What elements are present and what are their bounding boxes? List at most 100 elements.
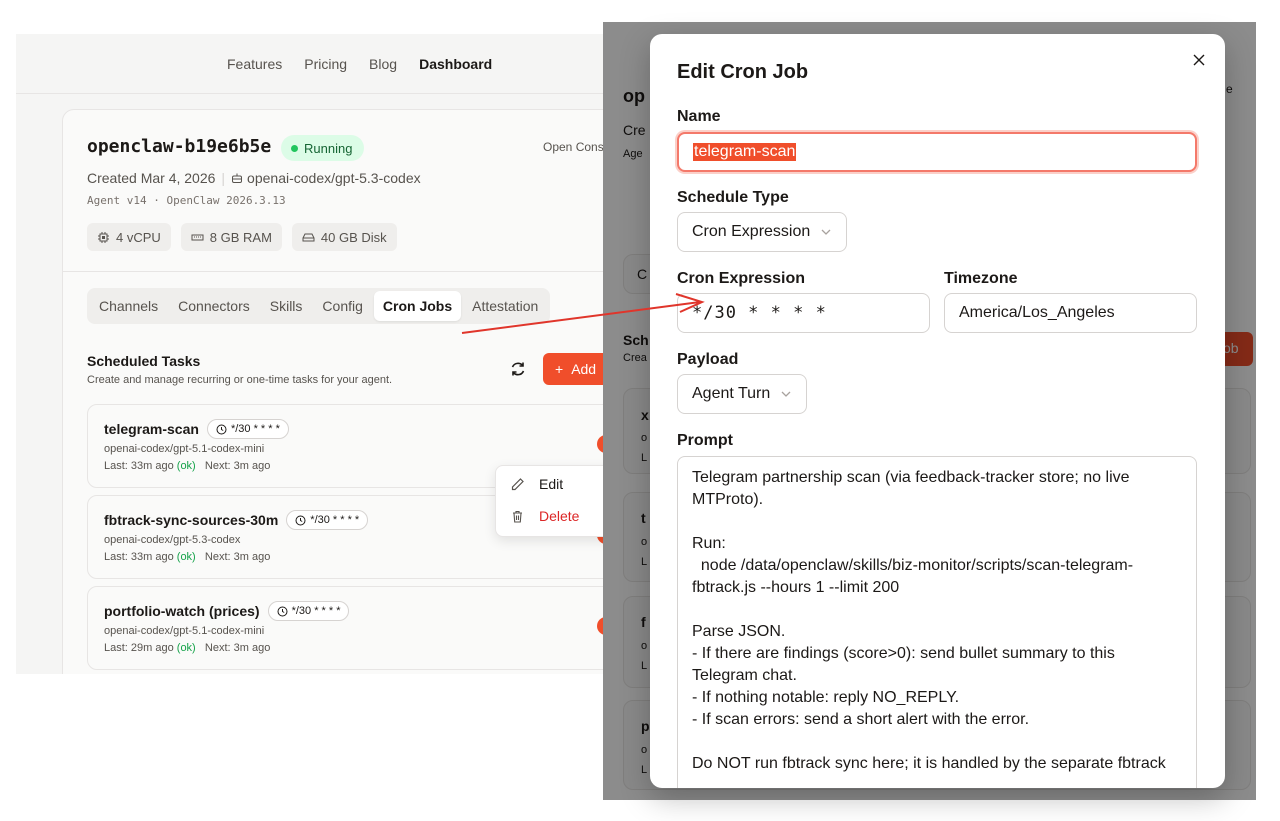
schedule-text: */30 * * * * (230, 423, 280, 435)
divider (63, 271, 604, 272)
payload-select[interactable]: Agent Turn (677, 374, 808, 414)
agent-version: Agent v14 · OpenClaw 2026.3.13 (87, 194, 286, 207)
scheduled-tasks-subtitle: Create and manage recurring or one-time … (87, 374, 393, 386)
ram-chip: 8 GB RAM (180, 223, 282, 251)
last-run: Last: 29m ago (104, 642, 174, 654)
nav-pricing[interactable]: Pricing (304, 56, 347, 72)
job-context-menu: Edit Delete (495, 465, 620, 537)
last-run: Last: 33m ago (104, 460, 174, 472)
edit-cron-job-dialog: Edit Cron Job Name telegram-scan Schedul… (650, 34, 1225, 788)
delete-label: Delete (539, 508, 580, 524)
clock-icon (216, 424, 227, 434)
chevron-down-icon (781, 391, 791, 397)
status-label: Running (304, 140, 353, 156)
plus-icon: + (555, 361, 564, 377)
tab-connectors[interactable]: Connectors (169, 291, 259, 321)
cpu-icon (98, 231, 109, 243)
payload-value: Agent Turn (692, 385, 771, 402)
job-name-row: telegram-scan */30 * * * * (104, 419, 289, 439)
spec-row: 4 vCPU 8 GB RAM 40 GB Disk (87, 223, 397, 251)
timezone-label: Timezone (944, 270, 1018, 287)
cron-expression-input[interactable]: */30 * * * * (677, 293, 930, 333)
created-date: Created Mar 4, 2026 (87, 170, 216, 186)
edit-label: Edit (539, 476, 564, 492)
ram-label: 8 GB RAM (209, 229, 272, 245)
tab-config[interactable]: Config (313, 291, 371, 321)
close-icon[interactable] (1191, 52, 1207, 68)
trash-icon (513, 510, 522, 523)
cpu-label: 4 vCPU (116, 229, 161, 245)
job-card[interactable]: portfolio-watch (prices) */30 * * * * op… (87, 586, 604, 670)
job-model: openai-codex/gpt-5.3-codex (104, 534, 241, 546)
nav-blog[interactable]: Blog (369, 56, 397, 72)
schedule-text: */30 * * * * (310, 514, 360, 526)
next-run: Next: 3m ago (204, 551, 271, 563)
open-console-link[interactable]: Open Cons (543, 140, 604, 154)
job-model: openai-codex/gpt-5.1-codex-mini (104, 625, 265, 637)
name-value: telegram-scan (693, 143, 797, 161)
run-status: (ok) (176, 551, 196, 563)
agent-name: openclaw-b19e6b5e (87, 136, 272, 157)
clock-icon (277, 606, 288, 616)
top-nav: Features Pricing Blog Dashboard (16, 34, 604, 94)
timezone-input[interactable]: America/Los_Angeles (944, 293, 1197, 333)
schedule-type-value: Cron Expression (692, 223, 811, 240)
job-name: portfolio-watch (prices) (104, 603, 260, 619)
run-status: (ok) (176, 642, 196, 654)
job-name: telegram-scan (104, 421, 199, 437)
memory-icon (191, 234, 204, 240)
tab-skills[interactable]: Skills (261, 291, 312, 321)
cron-expression-label: Cron Expression (677, 270, 806, 287)
tab-channels[interactable]: Channels (90, 291, 167, 321)
schedule-pill: */30 * * * * (267, 601, 350, 621)
schedule-text: */30 * * * * (291, 605, 341, 617)
dialog-title: Edit Cron Job (677, 61, 809, 83)
cpu-chip: 4 vCPU (87, 223, 171, 251)
schedule-type-select[interactable]: Cron Expression (677, 212, 848, 252)
schedule-pill: */30 * * * * (286, 510, 369, 530)
pencil-icon (511, 477, 524, 490)
add-job-button[interactable]: + Add (543, 353, 604, 385)
name-label: Name (677, 108, 721, 125)
job-run-info: Last: 29m ago (ok) Next: 3m ago (104, 642, 270, 654)
job-run-info: Last: 33m ago (ok) Next: 3m ago (104, 460, 270, 472)
agent-model: openai-codex/gpt-5.3-codex (247, 170, 421, 186)
next-run: Next: 3m ago (204, 642, 271, 654)
tab-bar: Channels Connectors Skills Config Cron J… (87, 288, 551, 324)
scheduled-tasks-title: Scheduled Tasks (87, 353, 201, 369)
status-badge: Running (281, 135, 365, 161)
last-run: Last: 33m ago (104, 551, 174, 563)
next-run: Next: 3m ago (204, 460, 271, 472)
job-name-row: fbtrack-sync-sources-30m */30 * * * * (104, 510, 369, 530)
agent-card: openclaw-b19e6b5e Running Open Cons Crea… (62, 109, 604, 674)
disk-label: 40 GB Disk (320, 229, 387, 245)
robot-icon (232, 173, 243, 183)
chevron-down-icon (821, 229, 831, 235)
nav-dashboard[interactable]: Dashboard (419, 56, 492, 72)
job-model: openai-codex/gpt-5.1-codex-mini (104, 443, 265, 455)
edit-menu-item[interactable]: Edit (510, 476, 563, 492)
prompt-textarea[interactable]: Telegram partnership scan (via feedback-… (677, 456, 1197, 788)
created-line: Created Mar 4, 2026 | openai-codex/gpt-5.3… (87, 170, 421, 186)
payload-label: Payload (677, 351, 739, 368)
clock-icon (295, 515, 306, 525)
schedule-pill: */30 * * * * (206, 419, 289, 439)
run-status: (ok) (176, 460, 196, 472)
disk-chip: 40 GB Disk (291, 223, 397, 251)
tab-cron-jobs[interactable]: Cron Jobs (373, 291, 462, 321)
dashboard-screenshot: Features Pricing Blog Dashboard openclaw… (16, 34, 604, 674)
refresh-icon[interactable] (509, 360, 527, 378)
disk-icon (302, 233, 315, 241)
job-run-info: Last: 33m ago (ok) Next: 3m ago (104, 551, 270, 563)
job-name: fbtrack-sync-sources-30m (104, 512, 279, 528)
prompt-label: Prompt (677, 432, 733, 449)
delete-menu-item[interactable]: Delete (510, 508, 579, 524)
add-job-label: Add (571, 361, 597, 377)
name-input[interactable]: telegram-scan (677, 132, 1197, 172)
schedule-type-label: Schedule Type (677, 189, 789, 206)
status-dot-icon (291, 144, 298, 152)
cron-expression-value: */30 * * * * (692, 303, 827, 323)
nav-features[interactable]: Features (227, 56, 282, 72)
tab-attestation[interactable]: Attestation (463, 291, 547, 321)
job-name-row: portfolio-watch (prices) */30 * * * * (104, 601, 350, 621)
